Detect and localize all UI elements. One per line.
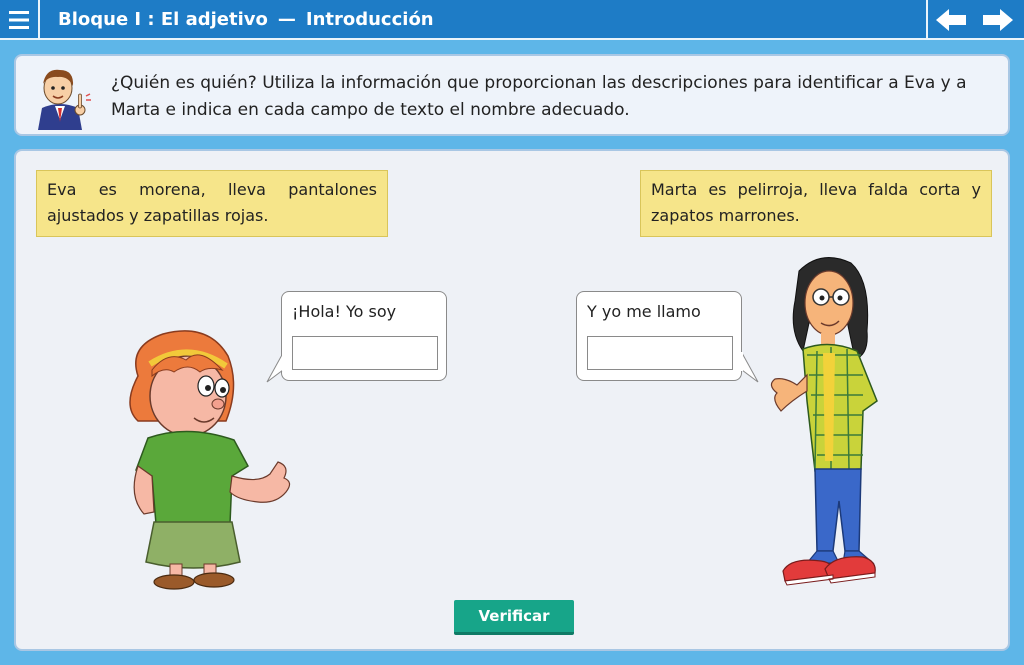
left-speech-bubble: ¡Hola! Yo soy (266, 291, 447, 383)
brunette-girl-illustration (751, 251, 901, 597)
previous-button[interactable] (926, 0, 974, 40)
verify-button[interactable]: Verificar (454, 600, 574, 635)
instruction-panel: ¿Quién es quién? Utiliza la información … (14, 54, 1010, 136)
right-name-input[interactable] (587, 336, 733, 370)
instruction-text: ¿Quién es quién? Utiliza la información … (111, 73, 967, 120)
arrow-left-icon (936, 9, 966, 31)
arrow-right-icon (983, 9, 1013, 31)
page-title: Bloque I : El adjetivo — Introducción (58, 0, 434, 40)
section-title: Introducción (305, 9, 434, 30)
right-speech-bubble: Y yo me llamo (576, 291, 759, 383)
right-bubble-label: Y yo me llamo (587, 302, 701, 321)
title-separator: — (277, 9, 296, 30)
next-button[interactable] (974, 0, 1022, 40)
menu-icon (9, 11, 29, 29)
teacher-avatar (28, 64, 92, 134)
left-name-input[interactable] (292, 336, 438, 370)
marta-description-note: Marta es pelirroja, lleva falda corta y … (640, 170, 992, 237)
left-bubble-label: ¡Hola! Yo soy (292, 302, 397, 321)
activity-panel: Eva es morena, lleva pantalones ajustado… (14, 149, 1010, 651)
redhead-girl-illustration (108, 326, 298, 595)
block-title: Bloque I : El adjetivo (58, 9, 268, 30)
header-bar: Bloque I : El adjetivo — Introducción (0, 0, 1024, 40)
menu-button[interactable] (0, 0, 40, 40)
eva-description-note: Eva es morena, lleva pantalones ajustado… (36, 170, 388, 237)
